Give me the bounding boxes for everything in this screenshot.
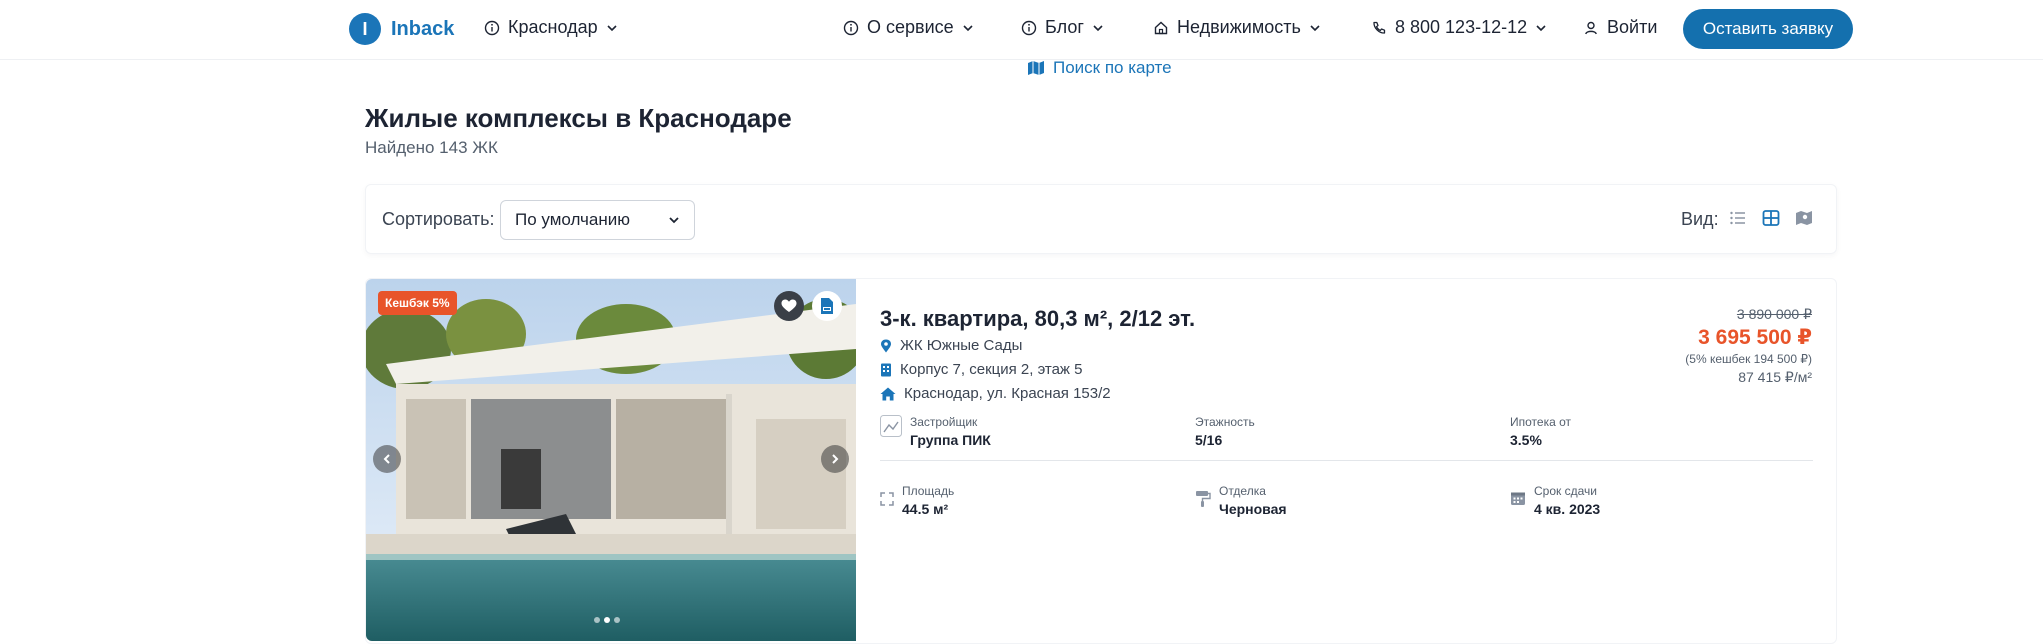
listing-card[interactable]: Кешбэк 5% 3-к. квартира, 80,3 м², 2/12 э… [365, 278, 1837, 644]
pdf-button[interactable] [812, 291, 842, 321]
finish-value: Черновая [1219, 501, 1287, 517]
nav-about-label: О сервисе [867, 17, 954, 37]
sort-select[interactable]: По умолчанию [500, 200, 695, 240]
address: Краснодар, ул. Красная 153/2 [904, 385, 1111, 402]
map-search-label: Поиск по карте [1053, 58, 1172, 77]
logo[interactable]: I Inback [349, 13, 454, 45]
sort-label: Сортировать: [382, 209, 495, 229]
cashback-badge: Кешбэк 5% [378, 291, 457, 315]
floors-spec: Этажность 5/16 [1195, 415, 1255, 448]
calendar-icon [1511, 492, 1525, 505]
phone-number: 8 800 123-12-12 [1395, 17, 1528, 37]
map-view-button[interactable] [1795, 209, 1813, 232]
floors-label: Этажность [1195, 415, 1255, 429]
mortgage-value: 3.5% [1510, 432, 1542, 448]
spec-divider [880, 460, 1813, 461]
chevron-down-icon [669, 217, 679, 224]
chevron-down-icon [607, 24, 617, 31]
photo-pagination [594, 617, 620, 623]
results-count: Найдено 143 ЖК [365, 138, 498, 157]
chevron-left-icon [383, 454, 390, 464]
current-price: 3 695 500 ₽ [1698, 326, 1812, 349]
nav-realty-label: Недвижимость [1177, 17, 1301, 37]
login-link[interactable]: Войти [1583, 17, 1657, 38]
photo-dot-active[interactable] [604, 617, 610, 623]
city-selector[interactable]: Краснодар [484, 17, 618, 38]
map-search-link[interactable]: Поиск по карте [1027, 58, 1172, 78]
photo-prev-button[interactable] [373, 445, 401, 473]
price-per-m2: 87 415 ₽/м² [1738, 369, 1812, 385]
deadline-value: 4 кв. 2023 [1534, 501, 1601, 517]
house-icon [880, 387, 896, 400]
area-icon [880, 492, 894, 506]
area-spec: Площадь 44.5 м² [880, 484, 954, 517]
area-label: Площадь [902, 484, 955, 498]
nav-realty[interactable]: Недвижимость [1153, 17, 1321, 38]
area-value: 44.5 м² [902, 501, 949, 517]
chevron-down-icon [963, 24, 973, 31]
listing-photo[interactable]: Кешбэк 5% [366, 279, 856, 641]
listing-title[interactable]: 3-к. квартира, 80,3 м², 2/12 эт. [880, 306, 1195, 332]
finish-label: Отделка [1219, 484, 1266, 498]
page-title: Жилые комплексы в Краснодаре [365, 103, 792, 133]
building-row: Корпус 7, секция 2, этаж 5 [880, 361, 1082, 378]
sort-selected-value: По умолчанию [515, 210, 630, 229]
grid-view-icon [1762, 210, 1780, 226]
chevron-down-icon [1536, 24, 1546, 31]
heart-icon [781, 299, 797, 312]
logo-badge: I [349, 13, 381, 45]
photo-dot[interactable] [594, 617, 600, 623]
location-pin-icon [881, 339, 891, 352]
complex-name: ЖК Южные Сады [900, 337, 1023, 354]
address-row: Краснодар, ул. Красная 153/2 [880, 385, 1111, 402]
site-header: I Inback Краснодар О сервисе Блог Недвиж… [0, 0, 2043, 60]
user-icon [1585, 21, 1597, 34]
floors-value: 5/16 [1195, 432, 1223, 448]
favorite-button[interactable] [774, 291, 804, 321]
roller-icon [1196, 491, 1211, 507]
nav-about[interactable]: О сервисе [843, 17, 974, 38]
developer-logo [880, 415, 902, 437]
building-icon [881, 363, 891, 376]
mortgage-spec: Ипотека от 3.5% [1510, 415, 1571, 448]
list-view-button[interactable] [1729, 209, 1747, 232]
old-price: 3 890 000 ₽ [1736, 306, 1812, 322]
deadline-label: Срок сдачи [1534, 484, 1597, 498]
phone-icon [1373, 21, 1386, 34]
grid-view-button[interactable] [1762, 209, 1780, 232]
chevron-down-icon [1093, 24, 1103, 31]
list-view-icon [1730, 211, 1745, 225]
mortgage-label: Ипотека от [1510, 415, 1571, 429]
developer-value: Группа ПИК [910, 432, 991, 448]
photo-dot[interactable] [614, 617, 620, 623]
view-label: Вид: [1681, 209, 1719, 229]
map-icon [1028, 61, 1044, 75]
pdf-icon [821, 298, 833, 314]
info-icon [1021, 20, 1037, 35]
chevron-right-icon [832, 454, 839, 464]
developer-label: Застройщик [910, 415, 978, 429]
nav-phone[interactable]: 8 800 123-12-12 [1371, 17, 1547, 38]
sort-toolbar: Сортировать: По умолчанию Вид: [365, 184, 1837, 254]
chevron-down-icon [1310, 24, 1320, 31]
developer-spec: Застройщик Группа ПИК [880, 415, 991, 448]
nav-blog-label: Блог [1045, 17, 1084, 37]
finish-spec: Отделка Черновая [1195, 484, 1287, 517]
deadline-spec: Срок сдачи 4 кв. 2023 [1510, 484, 1600, 517]
building-info: Корпус 7, секция 2, этаж 5 [900, 361, 1083, 378]
photo-next-button[interactable] [821, 445, 849, 473]
info-icon [843, 20, 859, 35]
submit-request-button[interactable]: Оставить заявку [1683, 9, 1853, 49]
login-label: Войти [1607, 17, 1658, 37]
nav-blog[interactable]: Блог [1021, 17, 1104, 38]
home-icon [1154, 21, 1168, 34]
cashback-amount: (5% кешбек 194 500 ₽) [1685, 352, 1812, 366]
city-label: Краснодар [508, 17, 598, 37]
map-view-icon [1796, 211, 1812, 225]
house-photo [366, 279, 856, 641]
complex-row: ЖК Южные Сады [880, 337, 1022, 354]
logo-text: Inback [391, 17, 455, 40]
info-icon [484, 20, 500, 35]
